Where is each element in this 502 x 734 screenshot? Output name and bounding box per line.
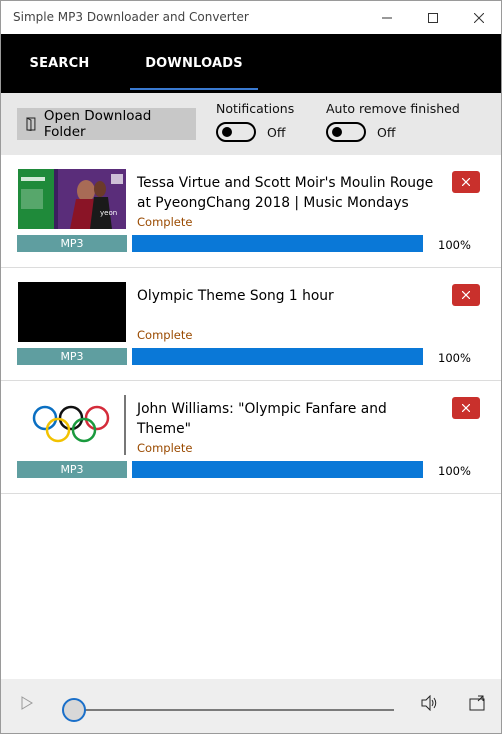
cast-icon[interactable]	[469, 695, 485, 711]
title-bar: Simple MP3 Downloader and Converter	[1, 1, 501, 34]
notifications-toggle[interactable]	[216, 122, 256, 142]
toggle-knob	[332, 127, 342, 137]
notifications-label: Notifications	[216, 101, 295, 116]
window-title: Simple MP3 Downloader and Converter	[13, 10, 249, 24]
close-window-button[interactable]	[456, 1, 501, 34]
figure-skating-thumbnail: yeon	[18, 169, 126, 229]
notifications-state: Off	[267, 124, 286, 140]
minimize-button[interactable]	[364, 1, 410, 34]
download-item: Olympic Theme Song 1 hour Complete MP3 1…	[1, 268, 501, 381]
download-progress-bar	[132, 235, 423, 252]
remove-download-button[interactable]	[452, 284, 480, 306]
seek-slider-track[interactable]	[74, 709, 394, 711]
notifications-setting: Notifications Off	[216, 101, 294, 142]
progress-fill	[132, 235, 423, 252]
auto-remove-state: Off	[377, 124, 396, 140]
tab-search[interactable]: SEARCH	[1, 34, 118, 93]
remove-download-button[interactable]	[452, 171, 480, 193]
download-progress-bar	[132, 348, 423, 365]
download-title: Olympic Theme Song 1 hour	[137, 288, 334, 304]
close-icon	[474, 12, 484, 23]
olympic-rings-thumbnail	[18, 395, 126, 455]
downloads-list: yeon Tessa Virtue and Scott Moir's Mouli…	[1, 155, 501, 494]
tab-downloads[interactable]: DOWNLOADS	[130, 34, 258, 93]
media-player-bar	[1, 679, 501, 733]
download-title: John Williams: "Olympic Fanfare and Them…	[137, 401, 387, 437]
close-icon	[462, 291, 470, 299]
download-percent: 100%	[438, 351, 471, 365]
seek-slider-thumb[interactable]	[62, 698, 86, 722]
open-download-folder-label: Open Download Folder	[43, 108, 152, 140]
download-percent: 100%	[438, 238, 471, 252]
auto-remove-setting: Auto remove finished Off	[326, 101, 460, 142]
download-item: John Williams: "Olympic Fanfare and Them…	[1, 381, 501, 494]
toggle-knob	[222, 127, 232, 137]
download-item: yeon Tessa Virtue and Scott Moir's Mouli…	[1, 155, 501, 268]
download-status: Complete	[137, 215, 193, 229]
auto-remove-label: Auto remove finished	[326, 101, 460, 116]
close-icon	[462, 404, 470, 412]
black-thumbnail	[18, 282, 126, 342]
app-window: Simple MP3 Downloader and Converter SEAR…	[0, 0, 502, 734]
nav-bar: SEARCH DOWNLOADS	[1, 34, 501, 93]
download-progress-bar	[132, 461, 423, 478]
close-icon	[462, 178, 470, 186]
format-badge: MP3	[17, 235, 127, 252]
download-percent: 100%	[438, 464, 471, 478]
format-badge: MP3	[17, 348, 127, 365]
minimize-icon	[382, 17, 392, 18]
play-icon[interactable]	[21, 696, 33, 710]
maximize-icon	[428, 12, 438, 23]
auto-remove-toggle[interactable]	[326, 122, 366, 142]
svg-text:yeon: yeon	[100, 209, 117, 217]
download-title: Tessa Virtue and Scott Moir's Moulin Rou…	[137, 175, 434, 211]
open-download-folder-button[interactable]: Open Download Folder	[17, 108, 196, 140]
maximize-button[interactable]	[410, 1, 456, 34]
folder-icon	[26, 117, 36, 131]
progress-fill	[132, 461, 423, 478]
remove-download-button[interactable]	[452, 397, 480, 419]
downloads-toolbar: Open Download Folder Notifications Off A…	[1, 93, 501, 155]
download-status: Complete	[137, 441, 193, 455]
progress-fill	[132, 348, 423, 365]
format-badge: MP3	[17, 461, 127, 478]
download-status: Complete	[137, 328, 193, 342]
volume-icon[interactable]	[421, 695, 439, 711]
